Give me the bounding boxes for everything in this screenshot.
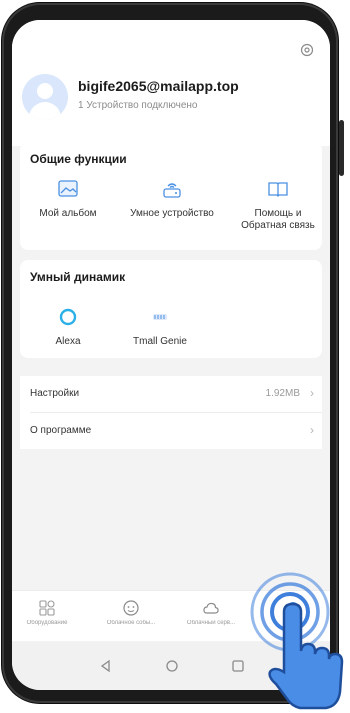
- tab-cloud-service-label: Облачный серв...: [186, 620, 236, 626]
- tab-cloud-events[interactable]: Облачное собы...: [96, 599, 166, 626]
- about-label: О программе: [30, 425, 92, 436]
- tap-gesture-icon: [250, 572, 344, 710]
- face-icon: [123, 600, 139, 616]
- about-row[interactable]: О программе ›: [20, 413, 322, 449]
- avatar[interactable]: [22, 74, 68, 120]
- devices-icon: [39, 600, 55, 616]
- cloud-icon: [203, 602, 219, 614]
- settings-row[interactable]: Настройки 1.92MB ›: [20, 376, 322, 412]
- profile-header: bigife2065@mailapp.top 1 Устройство подк…: [12, 20, 330, 146]
- router-icon: [163, 183, 181, 198]
- smart-speaker-card: Умный динамик Alexa Tmall Genie: [20, 260, 322, 358]
- tmall-genie-item[interactable]: Tmall Genie: [120, 306, 200, 348]
- cache-size-value: 1.92MB: [265, 388, 300, 399]
- general-functions-title: Общие функции: [30, 152, 127, 166]
- tab-cloud-events-label: Облачное собы...: [106, 620, 156, 626]
- chevron-right-icon: ›: [310, 386, 314, 400]
- home-icon[interactable]: [162, 656, 182, 676]
- tmall-genie-icon: [153, 314, 167, 320]
- my-album-label: Мой альбом: [39, 208, 97, 219]
- devices-status: 1 Устройство подключено: [78, 100, 198, 111]
- back-icon[interactable]: [96, 656, 116, 676]
- account-email[interactable]: bigife2065@mailapp.top: [78, 78, 239, 94]
- smart-device-item[interactable]: Умное устройство: [124, 178, 220, 220]
- alexa-icon: [59, 308, 77, 326]
- help-feedback-label: Помощь и Обратная связь: [241, 208, 315, 231]
- chevron-right-icon: ›: [310, 423, 314, 437]
- tab-cloud-service[interactable]: Облачный серв...: [176, 599, 246, 626]
- settings-list: Настройки 1.92MB › О программе ›: [20, 376, 322, 449]
- album-icon: [58, 180, 78, 197]
- tab-devices[interactable]: Оборудование: [12, 599, 82, 626]
- my-album-item[interactable]: Мой альбом: [26, 178, 110, 220]
- smart-speaker-title: Умный динамик: [30, 270, 126, 284]
- tab-devices-label: Оборудование: [26, 620, 68, 626]
- help-feedback-item[interactable]: Помощь и Обратная связь: [234, 178, 322, 232]
- smart-device-label: Умное устройство: [130, 208, 214, 219]
- book-icon: [268, 182, 288, 197]
- alexa-item[interactable]: Alexa: [40, 306, 96, 348]
- general-functions-card: Общие функции Мой альбом Умное устройств…: [20, 142, 322, 250]
- settings-gear-icon[interactable]: [299, 42, 315, 58]
- recents-icon[interactable]: [228, 656, 248, 676]
- alexa-label: Alexa: [55, 336, 81, 347]
- phone-side-button: [339, 120, 344, 176]
- tmall-genie-label: Tmall Genie: [133, 336, 187, 347]
- settings-label: Настройки: [30, 388, 80, 399]
